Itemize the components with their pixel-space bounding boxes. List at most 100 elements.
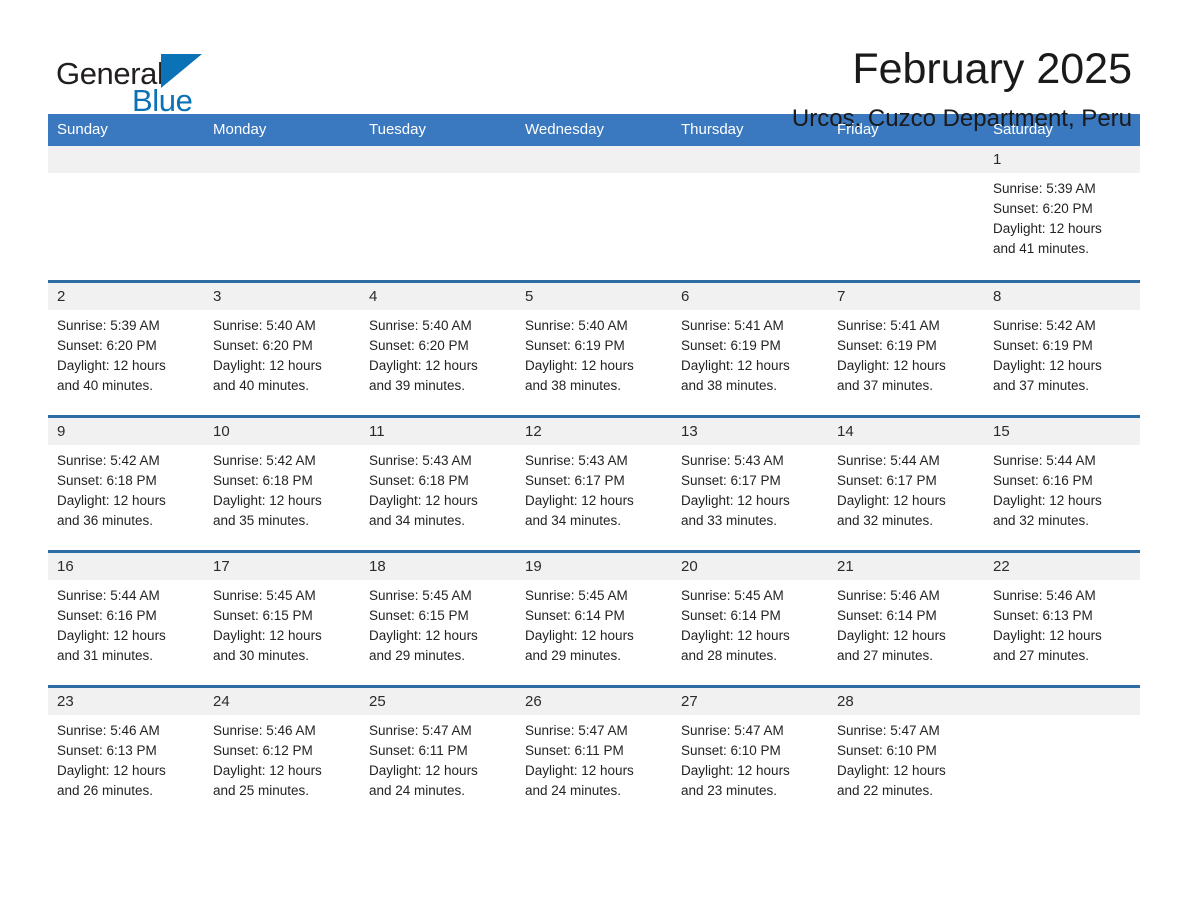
sunrise-text: Sunrise: 5:46 AM	[57, 722, 160, 738]
day-number: 1	[984, 146, 1140, 173]
day-number: 24	[204, 687, 360, 715]
daylight-text: Daylight: 12 hours	[369, 762, 478, 778]
page-title: February 2025	[852, 45, 1132, 93]
calendar-day-cell[interactable]: 16 Sunrise: 5:44 AM Sunset: 6:16 PM Dayligh…	[48, 549, 204, 686]
calendar-week-row: 1 Sunrise: 5:39 AM Sunset: 6:20 PM Daylight…	[48, 146, 1140, 281]
calendar-day-cell[interactable]: 26 Sunrise: 5:47 AM Sunset: 6:11 PM Dayligh…	[516, 684, 672, 821]
sunrise-text: Sunrise: 5:44 AM	[837, 452, 940, 468]
calendar-day-cell[interactable]: 3 Sunrise: 5:40 AM Sunset: 6:20 PM Daylight…	[204, 279, 360, 416]
day-number: 25	[360, 687, 516, 715]
weekday-header-sunday: Sunday	[48, 114, 204, 146]
calendar-day-cell[interactable]: 25 Sunrise: 5:47 AM Sunset: 6:11 PM Dayligh…	[360, 684, 516, 821]
month-calendar: Sunday Monday Tuesday Wednesday Thursday Frid…	[48, 114, 1140, 821]
calendar-day-cell[interactable]: 23 Sunrise: 5:46 AM Sunset: 6:13 PM Dayligh…	[48, 684, 204, 821]
daylight-text: Daylight: 12 hours	[213, 627, 322, 643]
sunrise-text: Sunrise: 5:47 AM	[837, 722, 940, 738]
sunset-text: Sunset: 6:11 PM	[369, 742, 468, 758]
daylight-text: Daylight: 12 hours	[525, 492, 634, 508]
daylight-text: and 30 minutes.	[213, 647, 310, 663]
calendar-day-cell[interactable]: 9 Sunrise: 5:42 AM Sunset: 6:18 PM Daylight…	[48, 414, 204, 551]
sunset-text: Sunset: 6:19 PM	[681, 337, 781, 353]
sunset-text: Sunset: 6:15 PM	[213, 607, 313, 623]
daylight-text: Daylight: 12 hours	[681, 627, 790, 643]
daylight-text: and 35 minutes.	[213, 512, 310, 528]
daylight-text: and 24 minutes.	[369, 782, 466, 798]
calendar-day-cell[interactable]: 11 Sunrise: 5:43 AM Sunset: 6:18 PM Dayligh…	[360, 414, 516, 551]
sunset-text: Sunset: 6:17 PM	[681, 472, 781, 488]
day-number	[984, 687, 1140, 715]
daylight-text: Daylight: 12 hours	[525, 762, 634, 778]
calendar-day-cell[interactable]: 17 Sunrise: 5:45 AM Sunset: 6:15 PM Dayligh…	[204, 549, 360, 686]
daylight-text: and 40 minutes.	[213, 377, 310, 393]
sunset-text: Sunset: 6:10 PM	[837, 742, 937, 758]
daylight-text: Daylight: 12 hours	[213, 357, 322, 373]
calendar-day-cell[interactable]: 12 Sunrise: 5:43 AM Sunset: 6:17 PM Dayligh…	[516, 414, 672, 551]
day-details: Sunrise: 5:47 AM Sunset: 6:11 PM Daylight:…	[516, 715, 672, 801]
daylight-text: Daylight: 12 hours	[57, 357, 166, 373]
calendar-day-cell[interactable]: 4 Sunrise: 5:40 AM Sunset: 6:20 PM Daylight…	[360, 279, 516, 416]
daylight-text: and 29 minutes.	[525, 647, 622, 663]
calendar-day-cell[interactable]: 1 Sunrise: 5:39 AM Sunset: 6:20 PM Daylight…	[984, 146, 1140, 281]
calendar-day-cell[interactable]: 13 Sunrise: 5:43 AM Sunset: 6:17 PM Dayligh…	[672, 414, 828, 551]
sunset-text: Sunset: 6:17 PM	[837, 472, 937, 488]
day-details: Sunrise: 5:43 AM Sunset: 6:18 PM Daylight:…	[360, 445, 516, 531]
day-number	[672, 146, 828, 173]
daylight-text: Daylight: 12 hours	[57, 492, 166, 508]
sunrise-text: Sunrise: 5:39 AM	[993, 181, 1096, 196]
daylight-text: Daylight: 12 hours	[993, 221, 1102, 236]
calendar-day-cell[interactable]: 14 Sunrise: 5:44 AM Sunset: 6:17 PM Dayligh…	[828, 414, 984, 551]
day-number: 9	[48, 417, 204, 445]
daylight-text: and 28 minutes.	[681, 647, 778, 663]
day-number: 21	[828, 552, 984, 580]
day-number: 23	[48, 687, 204, 715]
calendar-day-cell[interactable]: 19 Sunrise: 5:45 AM Sunset: 6:14 PM Dayligh…	[516, 549, 672, 686]
daylight-text: and 23 minutes.	[681, 782, 778, 798]
sunset-text: Sunset: 6:13 PM	[57, 742, 157, 758]
sunset-text: Sunset: 6:18 PM	[369, 472, 469, 488]
page-header: General Blue February 2025 Urcos, Cuzco …	[0, 0, 1188, 133]
daylight-text: Daylight: 12 hours	[213, 492, 322, 508]
sunrise-text: Sunrise: 5:41 AM	[837, 317, 940, 333]
calendar-day-cell[interactable]: 24 Sunrise: 5:46 AM Sunset: 6:12 PM Dayligh…	[204, 684, 360, 821]
daylight-text: Daylight: 12 hours	[57, 627, 166, 643]
day-details: Sunrise: 5:47 AM Sunset: 6:10 PM Daylight:…	[828, 715, 984, 801]
calendar-day-cell[interactable]: 22 Sunrise: 5:46 AM Sunset: 6:13 PM Dayligh…	[984, 549, 1140, 686]
day-number: 7	[828, 282, 984, 310]
calendar-day-cell[interactable]: 21 Sunrise: 5:46 AM Sunset: 6:14 PM Dayligh…	[828, 549, 984, 686]
day-number: 14	[828, 417, 984, 445]
sunrise-text: Sunrise: 5:42 AM	[213, 452, 316, 468]
calendar-day-cell[interactable]: 15 Sunrise: 5:44 AM Sunset: 6:16 PM Dayligh…	[984, 414, 1140, 551]
sunrise-text: Sunrise: 5:46 AM	[993, 587, 1096, 603]
calendar-day-cell[interactable]: 28 Sunrise: 5:47 AM Sunset: 6:10 PM Dayligh…	[828, 684, 984, 821]
calendar-day-cell[interactable]: 18 Sunrise: 5:45 AM Sunset: 6:15 PM Dayligh…	[360, 549, 516, 686]
calendar-day-cell[interactable]: 10 Sunrise: 5:42 AM Sunset: 6:18 PM Dayligh…	[204, 414, 360, 551]
sunset-text: Sunset: 6:20 PM	[993, 201, 1093, 216]
day-details: Sunrise: 5:39 AM Sunset: 6:20 PM Daylight:…	[984, 173, 1140, 259]
calendar-day-cell[interactable]: 8 Sunrise: 5:42 AM Sunset: 6:19 PM Daylight…	[984, 279, 1140, 416]
day-details: Sunrise: 5:44 AM Sunset: 6:16 PM Daylight:…	[984, 445, 1140, 531]
sunset-text: Sunset: 6:16 PM	[57, 607, 157, 623]
calendar-day-cell[interactable]: 2 Sunrise: 5:39 AM Sunset: 6:20 PM Daylight…	[48, 279, 204, 416]
daylight-text: Daylight: 12 hours	[681, 492, 790, 508]
daylight-text: and 32 minutes.	[837, 512, 934, 528]
day-details: Sunrise: 5:40 AM Sunset: 6:19 PM Daylight:…	[516, 310, 672, 396]
day-number: 6	[672, 282, 828, 310]
day-details: Sunrise: 5:42 AM Sunset: 6:19 PM Daylight:…	[984, 310, 1140, 396]
calendar-day-cell[interactable]: 7 Sunrise: 5:41 AM Sunset: 6:19 PM Daylight…	[828, 279, 984, 416]
calendar-day-cell[interactable]: 5 Sunrise: 5:40 AM Sunset: 6:19 PM Daylight…	[516, 279, 672, 416]
daylight-text: and 36 minutes.	[57, 512, 154, 528]
daylight-text: and 24 minutes.	[525, 782, 622, 798]
sunrise-text: Sunrise: 5:46 AM	[837, 587, 940, 603]
day-number: 19	[516, 552, 672, 580]
daylight-text: Daylight: 12 hours	[837, 492, 946, 508]
sunset-text: Sunset: 6:18 PM	[57, 472, 157, 488]
day-number: 8	[984, 282, 1140, 310]
calendar-day-cell[interactable]: 6 Sunrise: 5:41 AM Sunset: 6:19 PM Daylight…	[672, 279, 828, 416]
day-number	[828, 146, 984, 173]
day-number: 12	[516, 417, 672, 445]
day-details: Sunrise: 5:45 AM Sunset: 6:15 PM Daylight:…	[204, 580, 360, 666]
day-number: 5	[516, 282, 672, 310]
calendar-day-cell[interactable]: 27 Sunrise: 5:47 AM Sunset: 6:10 PM Dayligh…	[672, 684, 828, 821]
day-details: Sunrise: 5:47 AM Sunset: 6:10 PM Daylight:…	[672, 715, 828, 801]
calendar-day-cell[interactable]: 20 Sunrise: 5:45 AM Sunset: 6:14 PM Dayligh…	[672, 549, 828, 686]
